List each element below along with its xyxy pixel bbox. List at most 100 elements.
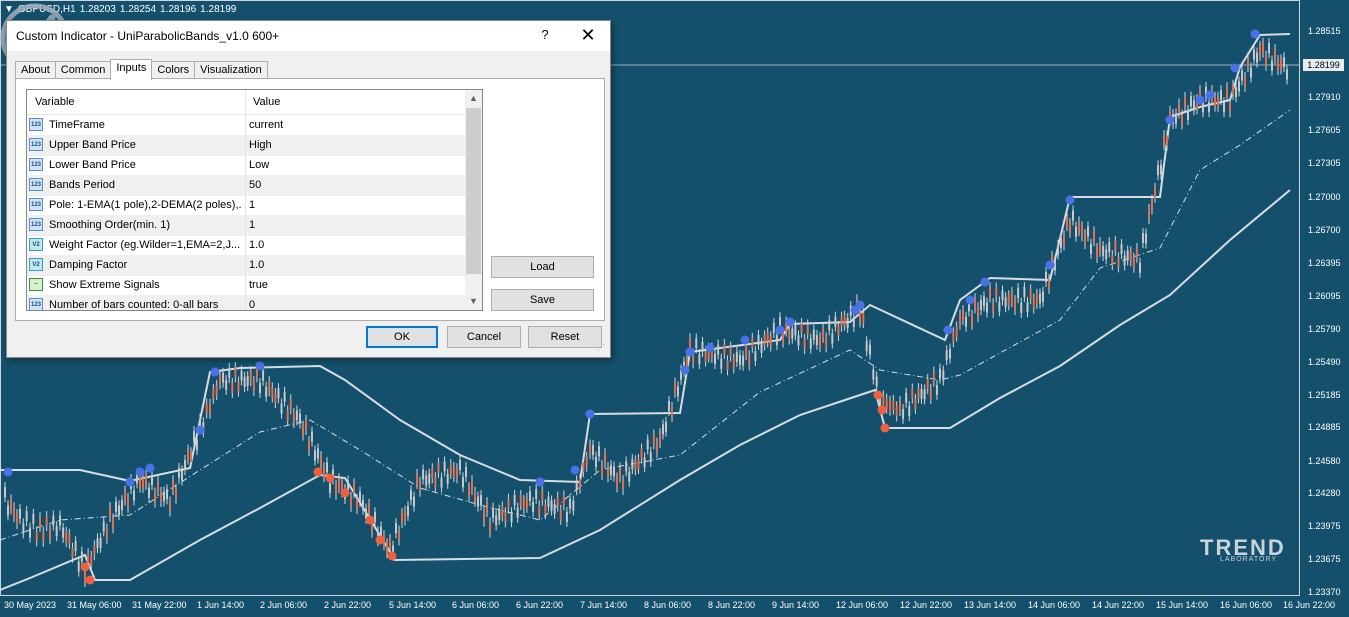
candle-body [215, 385, 218, 396]
candle-body [1081, 226, 1083, 237]
resize-grip-icon[interactable]: ⋰ [597, 343, 605, 352]
close-icon[interactable]: ✕ [577, 25, 599, 47]
variable-value[interactable]: 1.0 [249, 239, 264, 251]
candle-body [22, 523, 25, 534]
candle-body [295, 410, 298, 421]
candle-body [1026, 302, 1029, 313]
column-header-variable[interactable]: Variable [35, 96, 75, 108]
candle-body [249, 371, 252, 382]
price-tick-label: 1.24580 [1308, 456, 1341, 466]
candle-body [187, 449, 189, 460]
column-header-value[interactable]: Value [253, 96, 280, 108]
candle-body [395, 523, 397, 534]
candle-body [71, 547, 74, 558]
candle-body [62, 527, 65, 538]
price-tick-label: 1.27910 [1308, 92, 1341, 102]
candle-body [118, 505, 120, 516]
candle-body [875, 376, 878, 387]
dialog-titlebar[interactable]: Custom Indicator - UniParabolicBands_v1.… [7, 21, 610, 51]
custom-indicator-dialog: Custom Indicator - UniParabolicBands_v1.… [6, 20, 611, 358]
candle-body [1142, 233, 1144, 244]
candle-body [80, 551, 83, 562]
integer-type-icon: 123 [29, 138, 43, 151]
candle-body [908, 406, 911, 417]
up-signal-dot [680, 365, 690, 375]
variable-value[interactable]: High [249, 139, 272, 151]
candle-body [259, 382, 261, 393]
table-row[interactable]: 123 Pole: 1-EMA(1 pole),2-DEMA(2 poles),.… [27, 195, 465, 216]
candle-body [386, 543, 388, 554]
candle-body [637, 458, 640, 469]
variable-value[interactable]: 0 [249, 299, 255, 310]
cancel-button[interactable]: Cancel [447, 326, 521, 348]
candle-body [1154, 187, 1156, 198]
double-type-icon: V2 [29, 258, 43, 271]
candle-body [10, 499, 12, 510]
variable-value[interactable]: 50 [249, 179, 261, 191]
table-row[interactable]: V2 Damping Factor 1.0 [27, 255, 465, 276]
candle-body [529, 491, 531, 502]
candle-body [501, 506, 504, 517]
candle-body [671, 406, 673, 417]
scroll-down-icon[interactable]: ▼ [465, 293, 482, 310]
variable-value[interactable]: 1 [249, 199, 255, 211]
candle-body [190, 452, 192, 463]
help-button[interactable]: ? [535, 27, 555, 45]
save-button[interactable]: Save [491, 289, 594, 311]
candle-body [157, 481, 159, 492]
candle-body [99, 537, 102, 548]
tab-colors[interactable]: Colors [151, 61, 196, 79]
candle-body [440, 477, 443, 488]
candle-body [782, 332, 785, 343]
candle-body [225, 379, 228, 390]
variable-value[interactable]: Low [249, 159, 269, 171]
tab-common[interactable]: Common [54, 61, 112, 79]
time-tick-label: 6 Jun 06:00 [452, 600, 500, 610]
table-scrollbar[interactable]: ▲ ▼ [465, 90, 482, 310]
table-row[interactable]: 123 Smoothing Order(min. 1) 1 [27, 215, 465, 236]
inputs-table[interactable]: Variable Value 123 TimeFrame current 123 Upp… [26, 89, 483, 311]
table-row[interactable]: ~ Show Extreme Signals true [27, 275, 465, 296]
candle-body [1229, 102, 1231, 113]
tab-visualization[interactable]: Visualization [194, 61, 268, 79]
candle-body [825, 337, 828, 348]
table-row[interactable]: 123 Number of bars counted: 0-all bars 0 [27, 295, 465, 310]
candle-body [754, 351, 757, 362]
scroll-thumb[interactable] [466, 108, 481, 274]
candle-body [468, 487, 470, 498]
column-divider[interactable] [245, 90, 246, 114]
up-signal-dot [1230, 63, 1240, 73]
candle-body [16, 514, 18, 525]
candle-body [252, 381, 255, 392]
candle-body [992, 302, 995, 313]
candle-body [317, 448, 319, 459]
table-row[interactable]: 123 Bands Period 50 [27, 175, 465, 196]
variable-value[interactable]: 1.0 [249, 259, 264, 271]
candle-body [1007, 295, 1010, 306]
table-row[interactable]: 123 TimeFrame current [27, 115, 465, 136]
table-row[interactable]: 123 Upper Band Price High [27, 135, 465, 156]
table-row[interactable]: V2 Weight Factor (eg.Wilder=1,EMA=2,J... 1… [27, 235, 465, 256]
candle-body [751, 337, 754, 348]
ok-button[interactable]: OK [366, 326, 438, 348]
variable-value[interactable]: 1 [249, 219, 255, 231]
scroll-up-icon[interactable]: ▲ [465, 90, 482, 107]
candle-body [449, 463, 452, 474]
price-axis[interactable]: 1.28199 1.28515 1.27910 1.27605 1.27305 1.27… [1300, 0, 1349, 617]
tab-inputs[interactable]: Inputs [110, 59, 153, 80]
candle-body [929, 389, 932, 400]
tab-about[interactable]: About [15, 61, 56, 79]
variable-value[interactable]: current [249, 119, 283, 131]
candle-body [575, 480, 578, 491]
candle-body [359, 491, 361, 502]
variable-value[interactable]: true [249, 279, 268, 291]
candle-body [335, 484, 337, 495]
candle-body [862, 313, 865, 324]
candle-body [882, 395, 885, 406]
table-row[interactable]: 123 Lower Band Price Low [27, 155, 465, 176]
time-axis[interactable]: 30 May 2023 31 May 06:00 31 May 22:00 1 Jun… [0, 596, 1335, 617]
load-button[interactable]: Load [491, 256, 594, 278]
candle-body [283, 391, 286, 402]
candle-body [419, 481, 421, 492]
reset-button[interactable]: Reset [528, 326, 602, 348]
